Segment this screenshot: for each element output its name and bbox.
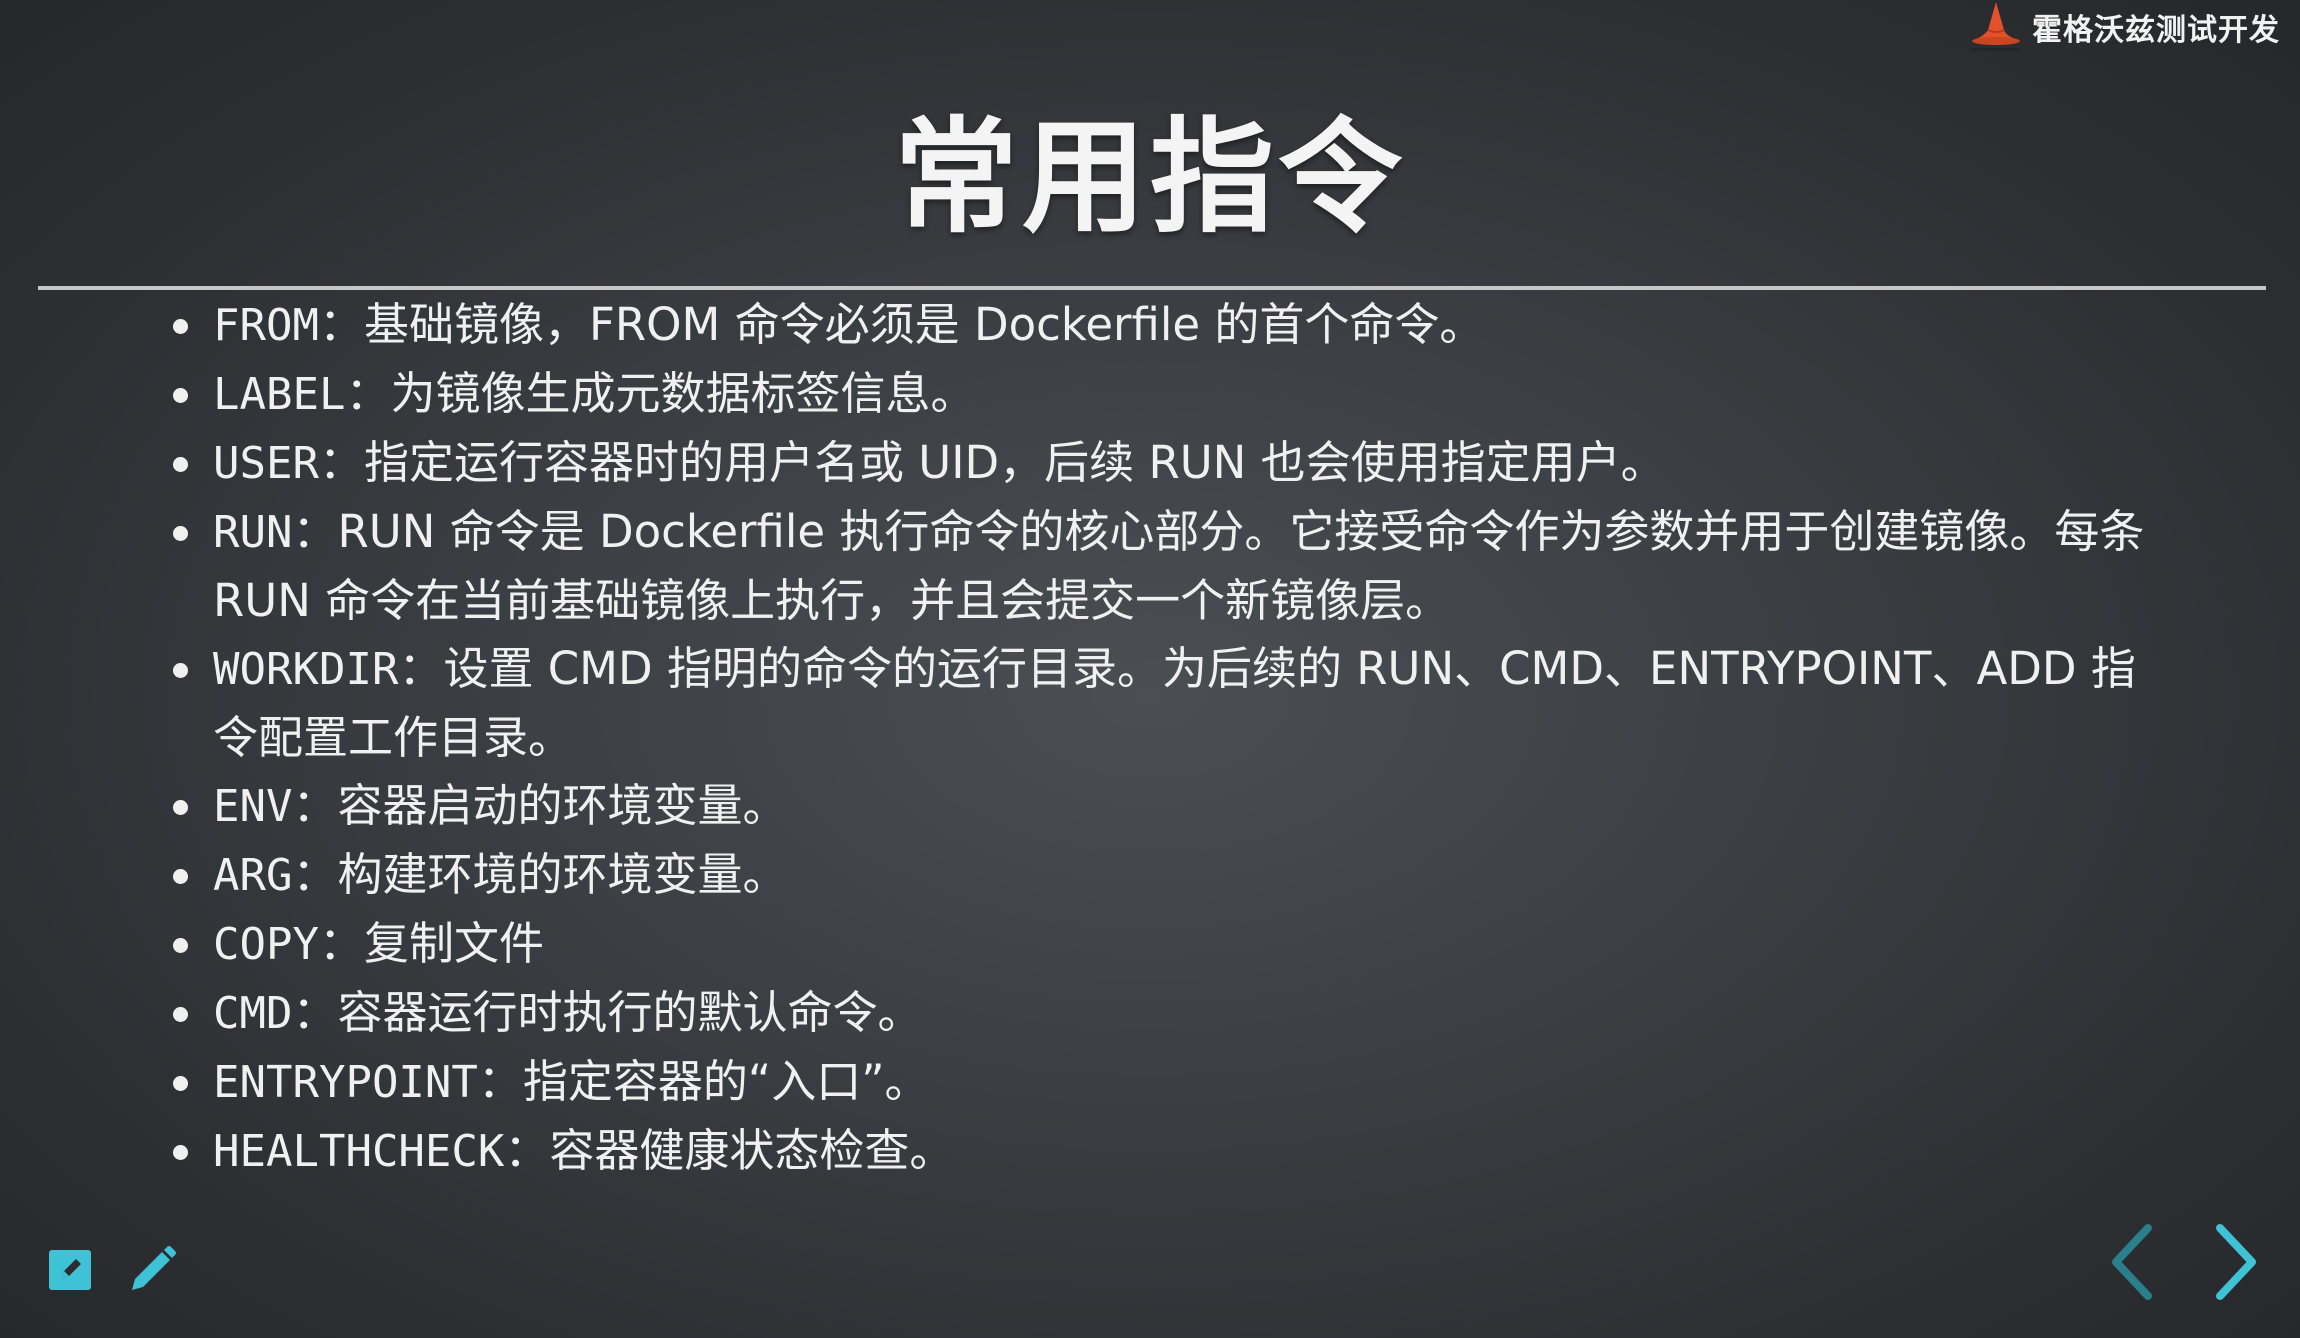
instruction-description: ：设置 CMD 指明的命令的运行目录。为后续的 RUN、CMD、ENTRYPOI…	[213, 642, 2136, 764]
slide-navigation	[2108, 1224, 2260, 1300]
instruction-keyword: ENV	[213, 781, 293, 832]
instruction-description: ：复制文件	[318, 917, 544, 970]
instruction-keyword: USER	[213, 438, 319, 489]
title-divider	[38, 286, 2266, 290]
instruction-description: ：构建环境的环境变量。	[292, 848, 788, 901]
instruction-keyword: COPY	[213, 919, 319, 970]
list-item: HEALTHCHECK：容器健康状态检查。	[165, 1117, 2175, 1186]
list-item: LABEL：为镜像生成元数据标签信息。	[165, 360, 2175, 429]
instruction-list: FROM：基础镜像，FROM 命令必须是 Dockerfile 的首个命令。 L…	[165, 291, 2175, 1186]
brand-name: 霍格沃兹测试开发	[2032, 13, 2280, 48]
list-item: ENV：容器启动的环境变量。	[165, 772, 2175, 841]
list-item: ENTRYPOINT：指定容器的“入口”。	[165, 1048, 2175, 1117]
wizard-hat-icon	[1966, 0, 2024, 54]
slide-tools	[46, 1242, 180, 1298]
slide-title: 常用指令	[893, 106, 1406, 250]
instruction-keyword: HEALTHCHECK	[213, 1126, 505, 1177]
instruction-keyword: CMD	[213, 988, 293, 1039]
instruction-keyword: ARG	[213, 850, 293, 901]
chevron-right-icon[interactable]	[2214, 1224, 2260, 1300]
instruction-description: ：指定容器的“入口”。	[477, 1055, 930, 1108]
brand: 霍格沃兹测试开发	[1966, 0, 2280, 54]
instruction-keyword: FROM	[213, 300, 319, 351]
list-item: RUN：RUN 命令是 Dockerfile 执行命令的核心部分。它接受命令作为…	[165, 498, 2175, 635]
instruction-keyword: LABEL	[213, 369, 346, 420]
instruction-description: ：容器运行时执行的默认命令。	[292, 986, 923, 1039]
pen-icon[interactable]	[124, 1242, 180, 1298]
list-item: WORKDIR：设置 CMD 指明的命令的运行目录。为后续的 RUN、CMD、E…	[165, 635, 2175, 772]
instruction-description: ：容器启动的环境变量。	[292, 779, 788, 832]
list-item: CMD：容器运行时执行的默认命令。	[165, 979, 2175, 1048]
instruction-keyword: ENTRYPOINT	[213, 1057, 478, 1108]
instruction-description: ：基础镜像，FROM 命令必须是 Dockerfile 的首个命令。	[318, 298, 1485, 351]
instruction-keyword: WORKDIR	[213, 644, 399, 695]
instruction-description: ：容器健康状态检查。	[504, 1124, 955, 1177]
edit-icon[interactable]	[46, 1246, 94, 1294]
instruction-description: ：为镜像生成元数据标签信息。	[345, 367, 976, 420]
list-item: ARG：构建环境的环境变量。	[165, 841, 2175, 910]
chevron-left-icon[interactable]	[2108, 1224, 2154, 1300]
instruction-keyword: RUN	[213, 507, 293, 558]
instruction-description: ：指定运行容器时的用户名或 UID，后续 RUN 也会使用指定用户。	[318, 436, 1666, 489]
list-item: FROM：基础镜像，FROM 命令必须是 Dockerfile 的首个命令。	[165, 291, 2175, 360]
list-item: USER：指定运行容器时的用户名或 UID，后续 RUN 也会使用指定用户。	[165, 429, 2175, 498]
instruction-description: ：RUN 命令是 Dockerfile 执行命令的核心部分。它接受命令作为参数并…	[213, 505, 2145, 627]
list-item: COPY：复制文件	[165, 910, 2175, 979]
